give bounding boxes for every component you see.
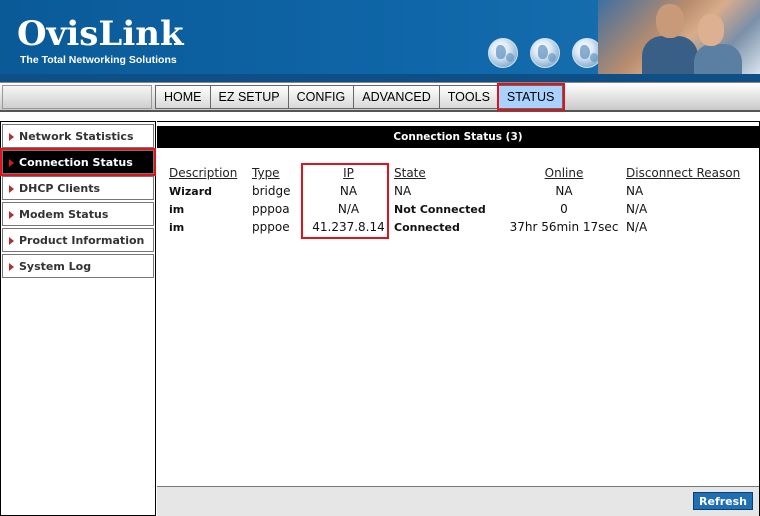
menu-bar-spacer bbox=[2, 85, 152, 109]
top-menu: HOME EZ SETUP CONFIG ADVANCED TOOLS STAT… bbox=[155, 83, 566, 111]
arrow-right-icon bbox=[9, 159, 14, 167]
cell-ip: NA bbox=[339, 184, 358, 198]
cell-ip: N/A bbox=[337, 202, 360, 216]
table-header-row: Description Type IP State Online Disconn… bbox=[169, 164, 756, 182]
column-header-type: Type bbox=[252, 166, 280, 180]
cell-type: pppoe bbox=[252, 220, 290, 234]
cell-description: Wizard bbox=[169, 184, 213, 198]
page-title: Connection Status (3) bbox=[157, 126, 759, 148]
sidebar-item-modem-status[interactable]: Modem Status bbox=[2, 202, 154, 226]
sidebar-item-system-log[interactable]: System Log bbox=[2, 254, 154, 278]
arrow-right-icon bbox=[9, 237, 14, 245]
cell-type: bridge bbox=[252, 184, 291, 198]
sidebar-item-label: Network Statistics bbox=[19, 129, 134, 143]
cell-ip: 41.237.8.14 bbox=[312, 220, 385, 234]
brand-tagline: The Total Networking Solutions bbox=[20, 54, 177, 66]
cell-state: Not Connected bbox=[394, 202, 486, 216]
connection-status-table: Description Type IP State Online Disconn… bbox=[169, 164, 756, 236]
banner-photo bbox=[598, 0, 760, 76]
sidebar: Network Statistics Connection Status DHC… bbox=[0, 121, 156, 516]
table-row: im pppoa N/A Not Connected 0 N/A bbox=[169, 200, 756, 218]
column-header-disconnect-reason: Disconnect Reason bbox=[626, 166, 741, 180]
menu-item-ez-setup[interactable]: EZ SETUP bbox=[210, 85, 289, 109]
sidebar-item-connection-status[interactable]: Connection Status bbox=[0, 148, 156, 176]
sidebar-item-label: System Log bbox=[19, 259, 92, 273]
sidebar-item-product-information[interactable]: Product Information bbox=[2, 228, 154, 252]
main-content: Connection Status (3) Description Type I… bbox=[157, 121, 760, 516]
cell-state: NA bbox=[394, 184, 412, 198]
sidebar-item-label: Product Information bbox=[19, 233, 145, 247]
cell-state: Connected bbox=[394, 220, 460, 234]
refresh-button[interactable]: Refresh bbox=[693, 492, 753, 510]
cell-description: im bbox=[169, 220, 185, 234]
arrow-right-icon bbox=[9, 263, 14, 271]
cell-disconnect-reason: N/A bbox=[626, 202, 648, 216]
sidebar-item-label: DHCP Clients bbox=[19, 181, 101, 195]
globe-icon bbox=[530, 38, 560, 68]
arrow-right-icon bbox=[9, 211, 14, 219]
column-header-state: State bbox=[394, 166, 426, 180]
table-row: Wizard bridge NA NA NA NA bbox=[169, 182, 756, 200]
column-header-online: Online bbox=[544, 166, 584, 180]
globe-icon bbox=[488, 38, 518, 68]
cell-online: 37hr 56min 17sec bbox=[509, 220, 619, 234]
sidebar-item-network-statistics[interactable]: Network Statistics bbox=[2, 124, 154, 148]
menu-item-config[interactable]: CONFIG bbox=[288, 85, 355, 109]
menu-item-advanced[interactable]: ADVANCED bbox=[354, 85, 440, 109]
column-header-ip: IP bbox=[343, 166, 354, 180]
header-banner: OvisLink The Total Networking Solutions bbox=[0, 0, 760, 82]
footer-bar: Refresh bbox=[157, 486, 759, 516]
cell-description: im bbox=[169, 202, 185, 216]
menu-item-status[interactable]: STATUS bbox=[496, 83, 566, 111]
top-menu-bar: HOME EZ SETUP CONFIG ADVANCED TOOLS STAT… bbox=[0, 82, 760, 112]
sidebar-item-label: Connection Status bbox=[19, 155, 133, 169]
sidebar-item-dhcp-clients[interactable]: DHCP Clients bbox=[2, 176, 154, 200]
arrow-right-icon bbox=[9, 185, 14, 193]
cell-online: 0 bbox=[560, 202, 568, 216]
table-row: im pppoe 41.237.8.14 Connected 37hr 56mi… bbox=[169, 218, 756, 236]
menu-item-home[interactable]: HOME bbox=[155, 85, 211, 109]
cell-online: NA bbox=[555, 184, 573, 198]
banner-stripe bbox=[0, 74, 760, 82]
cell-disconnect-reason: NA bbox=[626, 184, 644, 198]
cell-disconnect-reason: N/A bbox=[626, 220, 648, 234]
menu-item-tools[interactable]: TOOLS bbox=[439, 85, 499, 109]
cell-type: pppoa bbox=[252, 202, 290, 216]
sidebar-item-label: Modem Status bbox=[19, 207, 109, 221]
brand-logo: OvisLink bbox=[17, 14, 184, 54]
arrow-right-icon bbox=[9, 133, 14, 141]
column-header-description: Description bbox=[169, 166, 238, 180]
